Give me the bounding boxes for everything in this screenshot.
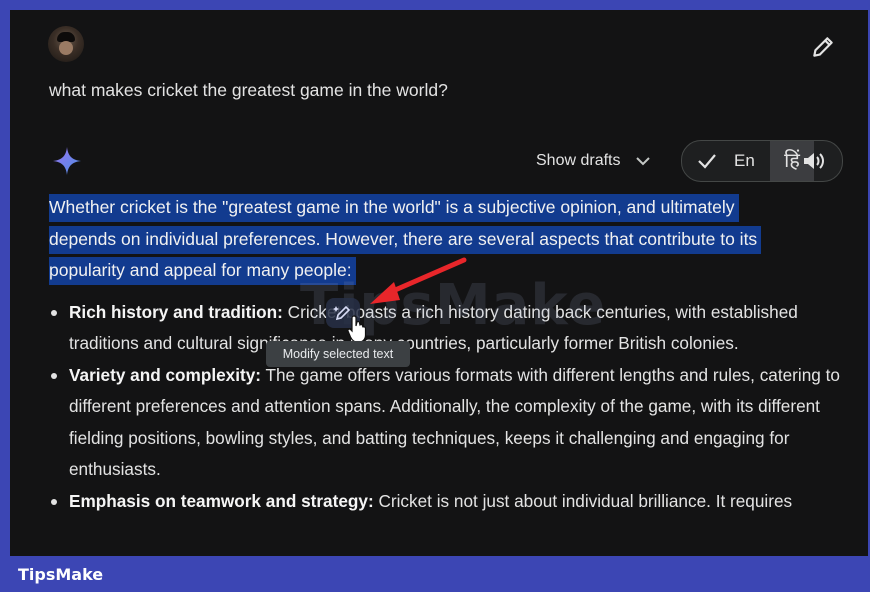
list-item: Emphasis on teamwork and strategy: Crick… <box>51 486 849 518</box>
list-item: Variety and complexity: The game offers … <box>51 360 849 486</box>
footer-bar: TipsMake <box>0 556 870 592</box>
edit-prompt-button[interactable] <box>810 34 836 60</box>
conversation-panel: what makes cricket the greatest game in … <box>10 10 868 556</box>
point-title: Emphasis on teamwork and strategy: <box>69 490 374 511</box>
check-icon[interactable] <box>696 150 718 172</box>
speaker-icon[interactable] <box>802 150 826 172</box>
language-en-button[interactable]: En <box>734 151 755 171</box>
pencil-icon <box>813 37 833 57</box>
tooltip: Modify selected text <box>266 341 410 367</box>
response-body: Whether cricket is the "greatest game in… <box>49 192 849 517</box>
selected-line-2: depends on individual preferences. Howev… <box>49 225 762 254</box>
point-title: Rich history and tradition: <box>69 301 283 322</box>
selected-line-3: popularity and appeal for many people: <box>49 257 356 285</box>
selected-line-1: Whether cricket is the "greatest game in… <box>49 194 739 222</box>
chevron-down-icon <box>636 157 651 166</box>
point-title: Variety and complexity: <box>69 364 261 385</box>
point-text: Cricket is not just about individual bri… <box>373 490 793 511</box>
hand-cursor-icon <box>347 315 367 343</box>
footer-brand: TipsMake <box>18 565 104 584</box>
show-drafts-button[interactable]: Show drafts <box>536 149 652 173</box>
bullet-list: Rich history and tradition: Cricket boas… <box>49 297 849 518</box>
user-prompt: what makes cricket the greatest game in … <box>49 80 448 100</box>
response-controls: En हिं <box>681 140 843 182</box>
sparkle-icon <box>53 147 81 175</box>
user-avatar[interactable] <box>48 26 84 62</box>
red-arrow <box>370 257 467 304</box>
show-drafts-label: Show drafts <box>536 152 621 169</box>
